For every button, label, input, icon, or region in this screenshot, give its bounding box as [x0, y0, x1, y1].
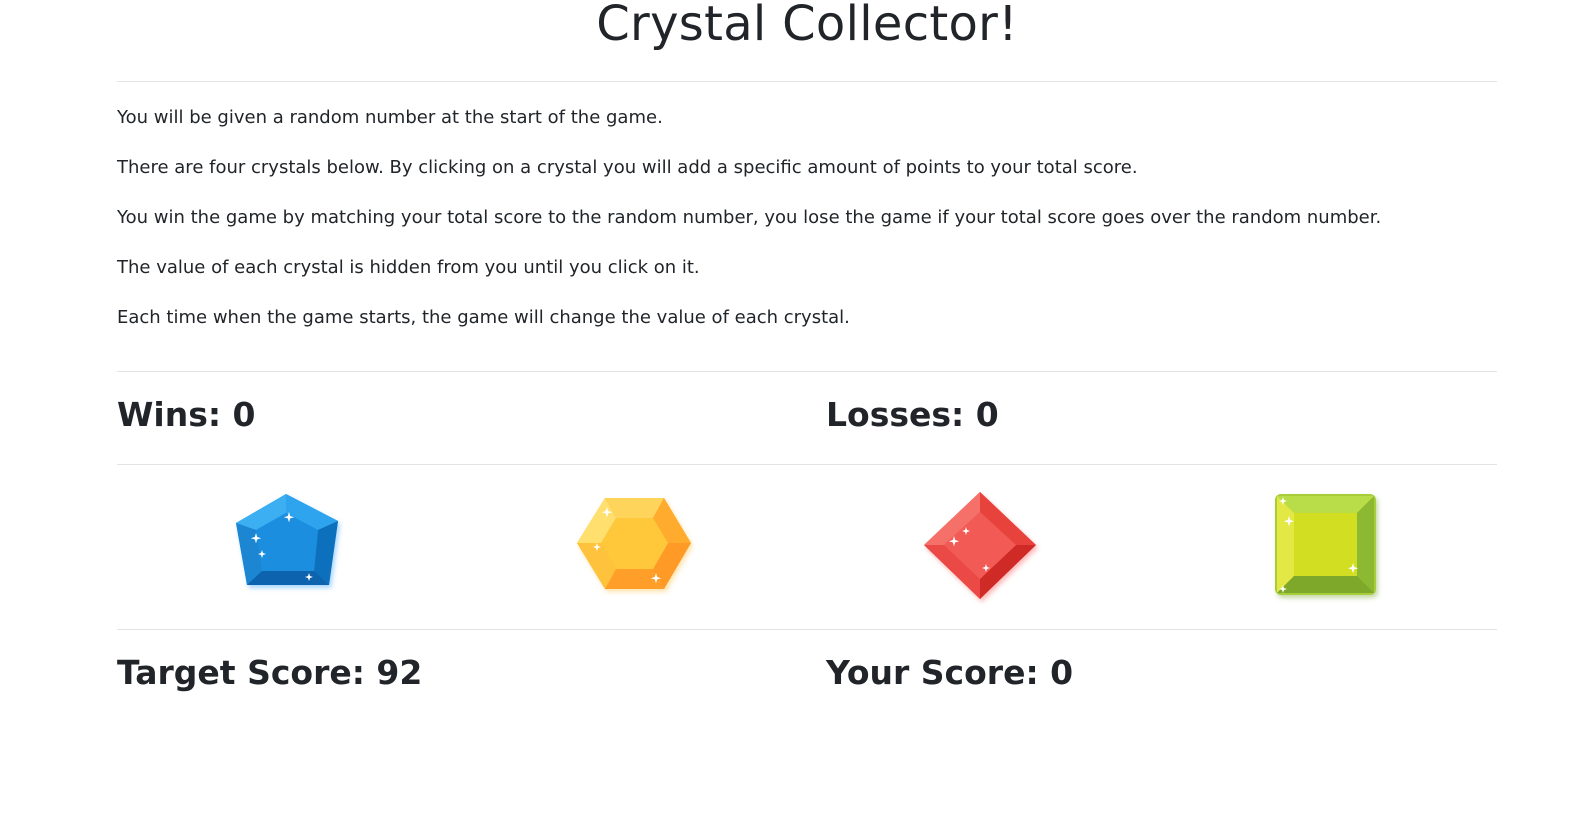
crystal-row	[117, 465, 1497, 629]
instruction-line: There are four crystals below. By clicki…	[117, 157, 1138, 178]
losses-counter: Losses: 0	[826, 395, 999, 434]
red-crystal-button[interactable]	[918, 485, 1042, 609]
target-score: Target Score: 92	[117, 653, 423, 692]
blue-crystal-button[interactable]	[228, 485, 352, 609]
instruction-line: The value of each crystal is hidden from…	[117, 257, 700, 278]
game-container: Crystal Collector! You will be given a r…	[117, 0, 1497, 716]
green-crystal-button[interactable]	[1263, 485, 1387, 609]
instruction-line: You win the game by matching your total …	[117, 207, 1382, 228]
red-crystal-icon	[923, 492, 1036, 599]
orange-crystal-icon	[576, 498, 691, 589]
instruction-line: You will be given a random number at the…	[117, 107, 663, 128]
blue-crystal-icon	[235, 494, 338, 585]
your-score: Your Score: 0	[826, 653, 1074, 692]
instructions: You will be given a random number at the…	[117, 82, 1497, 330]
orange-crystal-button[interactable]	[573, 485, 697, 609]
stats-row: Wins: 0 Losses: 0	[117, 372, 1497, 464]
page-title: Crystal Collector!	[596, 0, 1018, 52]
score-row: Target Score: 92 Your Score: 0	[117, 630, 1497, 716]
green-crystal-icon	[1274, 494, 1376, 595]
wins-counter: Wins: 0	[117, 395, 256, 434]
instruction-line: Each time when the game starts, the game…	[117, 307, 850, 328]
